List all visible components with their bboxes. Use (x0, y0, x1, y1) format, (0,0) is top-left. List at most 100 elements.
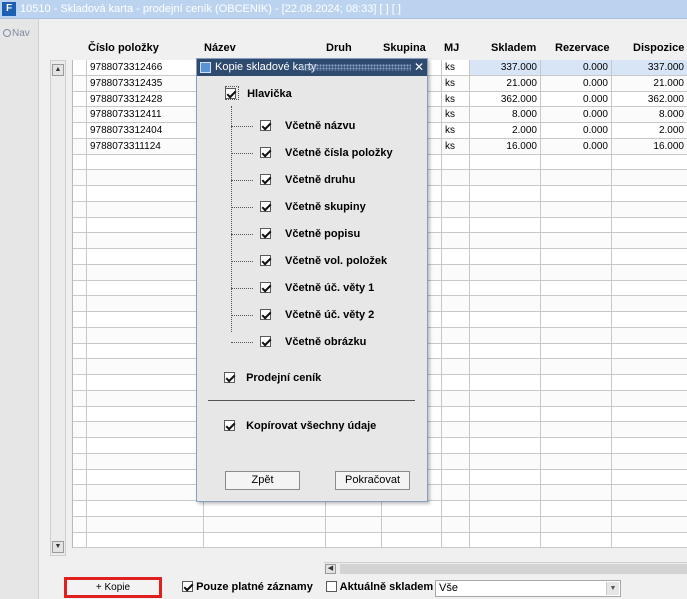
cell-cislo[interactable] (87, 154, 204, 170)
cell-skladem[interactable] (470, 249, 541, 264)
row-selector[interactable] (73, 485, 87, 500)
option-child-0[interactable]: Včetně názvu (260, 120, 355, 132)
cell-mj[interactable] (442, 532, 470, 548)
hlavicka-checkbox[interactable] (225, 88, 236, 99)
cell-dispozice[interactable] (612, 438, 687, 453)
cell-rezervace[interactable]: 0.000 (541, 138, 612, 154)
cell-skladem[interactable] (470, 170, 541, 185)
cell-dispozice[interactable] (612, 485, 687, 500)
cell-skladem[interactable] (470, 406, 541, 422)
cell-mj[interactable] (442, 422, 470, 437)
child-checkbox[interactable] (260, 120, 271, 131)
horizontal-scrollbar[interactable]: ◀ (324, 562, 687, 574)
row-selector[interactable] (73, 532, 87, 548)
row-selector[interactable] (73, 186, 87, 201)
cell-cislo[interactable] (87, 249, 204, 264)
cell-mj[interactable] (442, 186, 470, 201)
cell-dispozice[interactable] (612, 359, 687, 374)
cell-cislo[interactable] (87, 296, 204, 311)
option-prodejni-cenik[interactable]: Prodejní ceník (224, 372, 321, 384)
cell-dispozice[interactable] (612, 218, 687, 233)
column-header-skupina[interactable]: Skupina (383, 42, 426, 58)
horizontal-scroll-thumb[interactable] (340, 564, 687, 574)
row-selector[interactable] (73, 154, 87, 170)
cell-skladem[interactable]: 362.000 (470, 91, 541, 107)
column-header-druh[interactable]: Druh (326, 42, 352, 58)
row-selector[interactable] (73, 343, 87, 359)
row-selector[interactable] (73, 327, 87, 343)
option-child-8[interactable]: Včetně obrázku (260, 336, 366, 348)
cell-skladem[interactable] (470, 375, 541, 390)
cell-dispozice[interactable] (612, 202, 687, 217)
cell-skladem[interactable] (470, 154, 541, 170)
cell-dispozice[interactable] (612, 407, 687, 422)
row-selector[interactable] (73, 201, 87, 217)
cell-skladem[interactable] (470, 343, 541, 359)
cell-skladem[interactable] (470, 485, 541, 500)
cell-druh[interactable] (326, 501, 382, 516)
cell-cislo[interactable]: 9788073312404 (87, 123, 204, 138)
cell-cislo[interactable] (87, 438, 204, 453)
cell-dispozice[interactable] (612, 186, 687, 201)
cell-skladem[interactable] (470, 469, 541, 485)
row-selector[interactable] (73, 469, 87, 485)
cell-skupina[interactable] (382, 501, 442, 516)
cell-mj[interactable] (442, 485, 470, 500)
cell-dispozice[interactable] (612, 375, 687, 390)
row-selector[interactable] (73, 406, 87, 422)
cell-mj[interactable] (442, 453, 470, 469)
cell-mj[interactable] (442, 501, 470, 516)
row-selector[interactable] (73, 375, 87, 390)
in-stock-checkbox[interactable] (326, 581, 337, 592)
cell-rezervace[interactable] (541, 249, 612, 264)
cell-rezervace[interactable] (541, 532, 612, 548)
copy-button[interactable]: + Kopie (64, 577, 162, 598)
cell-dispozice[interactable]: 8.000 (612, 107, 687, 122)
child-checkbox[interactable] (260, 282, 271, 293)
cell-rezervace[interactable]: 0.000 (541, 60, 612, 75)
cell-cislo[interactable] (87, 233, 204, 248)
row-selector[interactable] (73, 60, 87, 75)
cell-skladem[interactable] (470, 217, 541, 233)
cell-dispozice[interactable] (612, 344, 687, 359)
cell-nazev[interactable] (204, 501, 326, 516)
cell-cislo[interactable]: 9788073312428 (87, 91, 204, 107)
cell-skupina[interactable] (382, 532, 442, 548)
cell-cislo[interactable]: 9788073312466 (87, 60, 204, 75)
cell-dispozice[interactable] (612, 470, 687, 485)
cell-cislo[interactable] (87, 469, 204, 485)
column-header-rezervace[interactable]: Rezervace (555, 42, 609, 58)
cell-rezervace[interactable] (541, 170, 612, 185)
cell-dispozice[interactable] (612, 533, 687, 548)
cell-rezervace[interactable] (541, 280, 612, 296)
cell-skladem[interactable]: 337.000 (470, 60, 541, 75)
cell-dispozice[interactable] (612, 422, 687, 437)
column-header-cislo[interactable]: Číslo položky (88, 42, 159, 58)
continue-button[interactable]: Pokračovat (335, 471, 410, 490)
cell-skladem[interactable] (470, 296, 541, 311)
cell-dispozice[interactable] (612, 281, 687, 296)
scroll-left-icon[interactable]: ◀ (325, 564, 336, 574)
cell-cislo[interactable] (87, 453, 204, 469)
close-icon[interactable]: ✕ (411, 59, 427, 76)
child-checkbox[interactable] (260, 336, 271, 347)
cell-mj[interactable]: ks (442, 60, 470, 75)
option-child-2[interactable]: Včetně druhu (260, 174, 355, 186)
scroll-down-icon[interactable]: ▼ (52, 541, 64, 553)
child-checkbox[interactable] (260, 228, 271, 239)
cell-mj[interactable] (442, 296, 470, 311)
row-selector[interactable] (73, 264, 87, 280)
cell-mj[interactable] (442, 469, 470, 485)
cell-skladem[interactable] (470, 359, 541, 374)
stock-filter-select[interactable]: Vše ▼ (435, 580, 621, 597)
cell-druh[interactable] (326, 516, 382, 532)
row-selector[interactable] (73, 170, 87, 185)
scroll-up-icon[interactable]: ▲ (52, 64, 64, 76)
row-selector[interactable] (73, 249, 87, 264)
column-header-dispozice[interactable]: Dispozice (633, 42, 684, 58)
cell-nazev[interactable] (204, 532, 326, 548)
cell-rezervace[interactable] (541, 501, 612, 516)
in-stock-toggle[interactable]: Aktuálně skladem (326, 581, 433, 593)
cell-rezervace[interactable]: 0.000 (541, 123, 612, 138)
column-header-skladem[interactable]: Skladem (491, 42, 536, 58)
